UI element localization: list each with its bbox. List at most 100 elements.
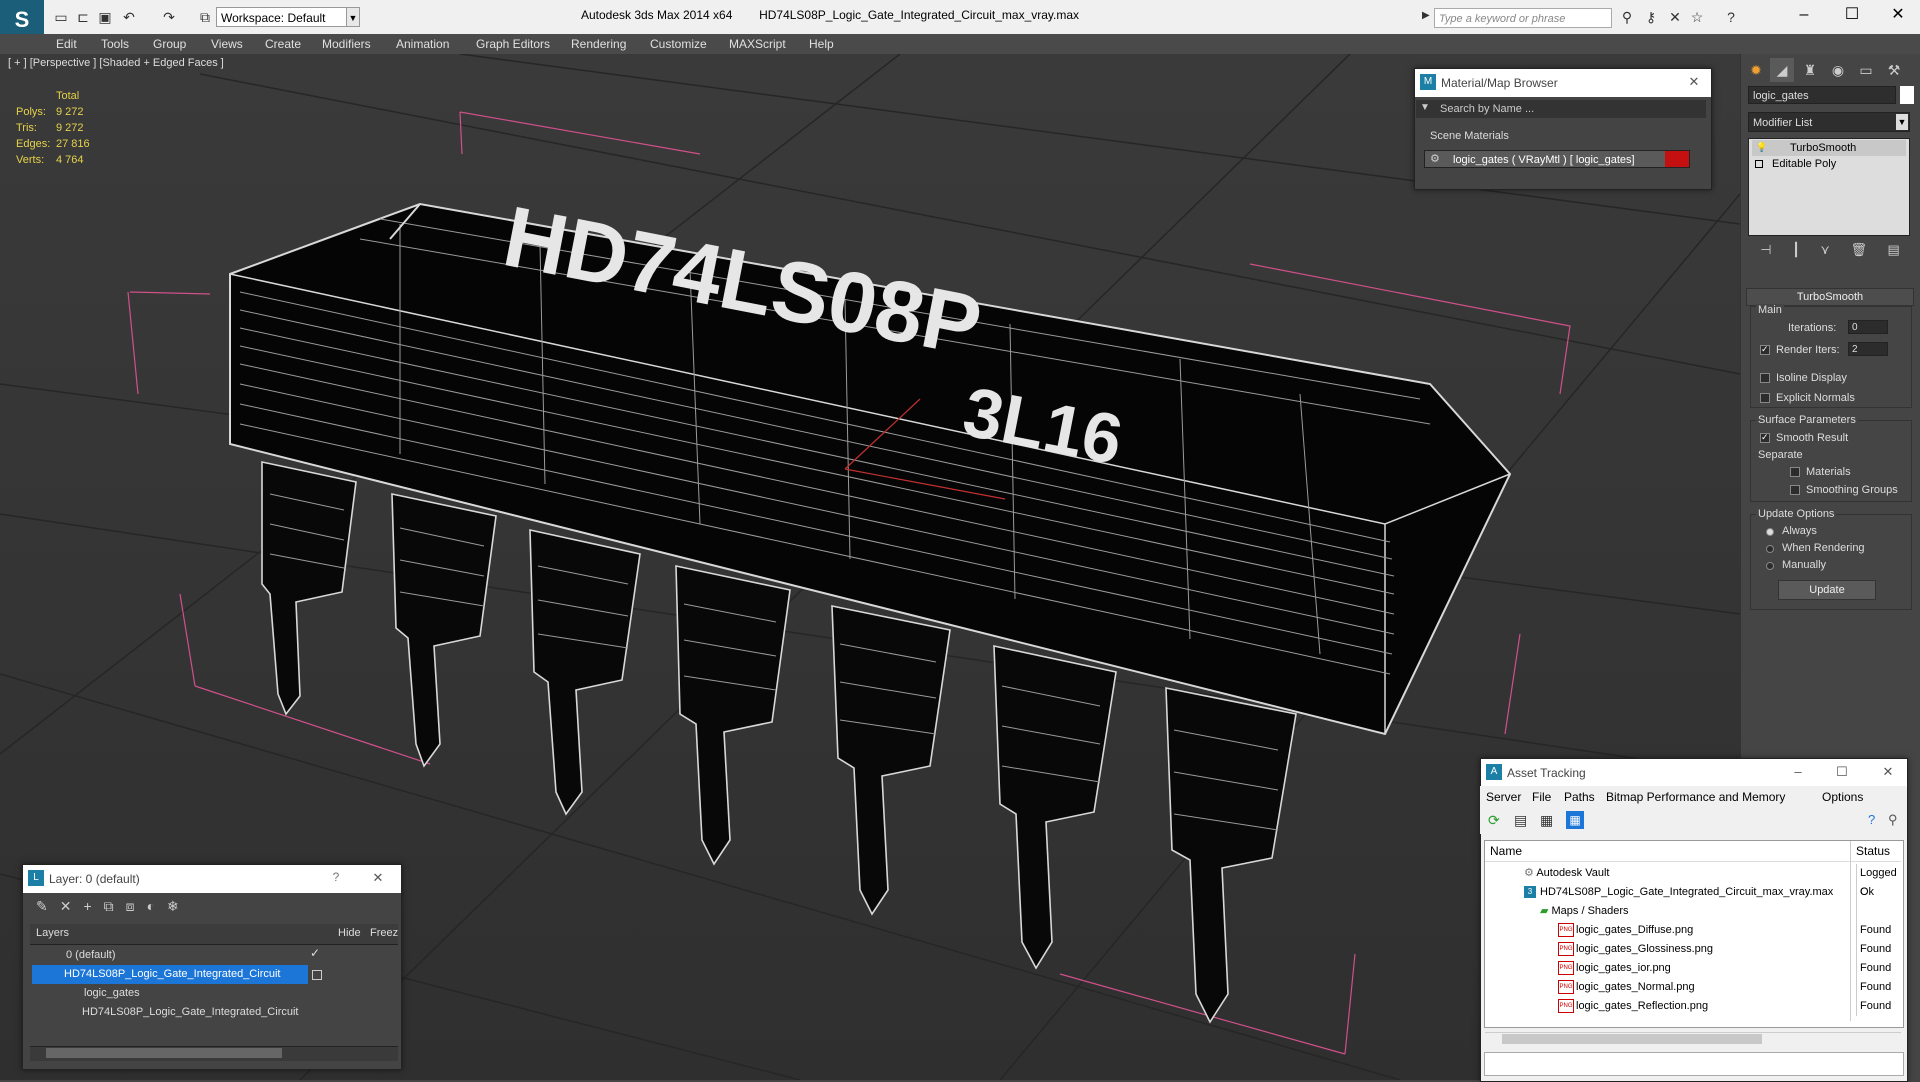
- chevron-down-icon[interactable]: ▼: [1420, 102, 1432, 116]
- freeze-column-header[interactable]: Freez: [370, 927, 398, 939]
- layer-row-object[interactable]: logic_gates: [32, 984, 398, 1003]
- at-menu-options[interactable]: Options: [1822, 790, 1863, 804]
- add-to-layer-icon[interactable]: +: [83, 898, 91, 918]
- menu-customize[interactable]: Customize: [650, 34, 707, 54]
- search-input[interactable]: Type a keyword or phrase: [1434, 8, 1612, 28]
- minimize-icon[interactable]: –: [1790, 764, 1806, 780]
- asset-scrollbar-thumb[interactable]: [1502, 1034, 1762, 1044]
- asset-row-texture[interactable]: PNG logic_gates_Reflection.png: [1484, 997, 1902, 1016]
- always-radio[interactable]: [1766, 528, 1774, 536]
- chevron-down-icon[interactable]: ▼: [1896, 114, 1908, 130]
- asset-row-texture[interactable]: PNG logic_gates_Glossiness.png: [1484, 940, 1902, 959]
- asset-row-texture[interactable]: PNG logic_gates_Diffuse.png: [1484, 921, 1902, 940]
- tree-view-icon[interactable]: ▦: [1540, 812, 1553, 829]
- create-tab-icon[interactable]: ✹: [1744, 58, 1768, 82]
- refresh-icon[interactable]: ⟳: [1488, 812, 1500, 829]
- star-icon[interactable]: ☆: [1688, 8, 1706, 26]
- close-icon[interactable]: ✕: [1880, 764, 1896, 780]
- asset-row-max-file[interactable]: 3 HD74LS08P_Logic_Gate_Integrated_Circuit…: [1484, 883, 1902, 902]
- remove-modifier-icon[interactable]: 🗑: [1850, 242, 1867, 260]
- minimize-icon[interactable]: –: [1784, 4, 1824, 26]
- menu-rendering[interactable]: Rendering: [571, 34, 626, 54]
- iterations-spinner[interactable]: 0: [1848, 320, 1888, 334]
- layer-row-default[interactable]: 0 (default): [32, 946, 398, 965]
- utilities-tab-icon[interactable]: ⚒: [1882, 58, 1906, 82]
- scene-materials-group[interactable]: Scene Materials: [1420, 128, 1700, 144]
- viewport-label[interactable]: [ + ] [Perspective ] [Shaded + Edged Fac…: [8, 57, 224, 69]
- highlight-layer-icon[interactable]: ⧈: [126, 898, 135, 918]
- at-menu-server[interactable]: Server: [1486, 790, 1521, 804]
- smoothing-groups-checkbox[interactable]: [1790, 485, 1800, 495]
- modify-tab-icon[interactable]: ◢: [1770, 58, 1794, 82]
- name-column-header[interactable]: Name: [1490, 844, 1522, 858]
- material-browser-title[interactable]: Material/Map Browser: [1415, 69, 1711, 97]
- maximize-icon[interactable]: ☐: [1832, 4, 1872, 26]
- explicit-normals-checkbox[interactable]: [1760, 393, 1770, 403]
- make-unique-icon[interactable]: ⋎: [1820, 242, 1830, 260]
- table-view-icon[interactable]: ▦: [1566, 811, 1584, 829]
- object-name-field[interactable]: logic_gates: [1748, 86, 1896, 104]
- menu-create[interactable]: Create: [265, 34, 301, 54]
- when-rendering-radio[interactable]: [1766, 545, 1774, 553]
- help-icon[interactable]: ?: [1868, 812, 1875, 827]
- menu-views[interactable]: Views: [211, 34, 243, 54]
- motion-tab-icon[interactable]: ◉: [1826, 58, 1850, 82]
- hide-column-header[interactable]: Hide: [338, 927, 361, 939]
- help-icon[interactable]: ?: [1722, 8, 1740, 26]
- layer-scrollbar-thumb[interactable]: [46, 1048, 282, 1058]
- menu-animation[interactable]: Animation: [396, 34, 449, 54]
- new-layer-icon[interactable]: ✎: [36, 898, 48, 918]
- help-icon[interactable]: ?: [328, 870, 344, 886]
- menu-maxscript[interactable]: MAXScript: [729, 34, 786, 54]
- layer-row-object[interactable]: HD74LS08P_Logic_Gate_Integrated_Circuit: [32, 1003, 398, 1022]
- maximize-icon[interactable]: ☐: [1834, 764, 1850, 780]
- list-view-icon[interactable]: ▤: [1514, 812, 1527, 829]
- manually-radio[interactable]: [1766, 562, 1774, 570]
- menu-graph-editors[interactable]: Graph Editors: [476, 34, 550, 54]
- active-layer-check-icon[interactable]: ✓: [310, 946, 320, 960]
- at-menu-file[interactable]: File: [1532, 790, 1551, 804]
- display-tab-icon[interactable]: ▭: [1854, 58, 1878, 82]
- at-menu-paths[interactable]: Paths: [1564, 790, 1595, 804]
- pin-icon[interactable]: ⚲: [1888, 812, 1898, 828]
- communication-icon[interactable]: ✕: [1666, 8, 1684, 26]
- object-color-swatch[interactable]: [1900, 86, 1914, 104]
- menu-help[interactable]: Help: [809, 34, 834, 54]
- at-menu-bitmap[interactable]: Bitmap Performance and Memory: [1606, 790, 1785, 804]
- modifier-list-dropdown[interactable]: Modifier List: [1748, 112, 1910, 132]
- material-search-input[interactable]: Search by Name ...: [1416, 100, 1706, 118]
- close-icon[interactable]: ✕: [1878, 4, 1918, 26]
- pin-stack-icon[interactable]: ⊣: [1760, 242, 1771, 260]
- hide-all-icon[interactable]: ◐: [147, 898, 155, 918]
- lightbulb-icon[interactable]: 💡: [1756, 142, 1767, 152]
- layer-dialog-title[interactable]: Layer: 0 (default): [23, 865, 401, 893]
- delete-layer-icon[interactable]: ✕: [60, 898, 72, 918]
- close-icon[interactable]: ✕: [1686, 74, 1702, 90]
- chevron-right-icon[interactable]: ▶: [1422, 10, 1432, 24]
- menu-tools[interactable]: Tools: [101, 34, 129, 54]
- material-item[interactable]: logic_gates ( VRayMtl ) [ logic_gates]: [1424, 150, 1690, 168]
- status-column-header[interactable]: Status: [1856, 844, 1890, 858]
- asset-row-texture[interactable]: PNG logic_gates_ior.png: [1484, 959, 1902, 978]
- binoculars-icon[interactable]: ⚲: [1618, 8, 1636, 26]
- freeze-all-icon[interactable]: ❄: [167, 898, 179, 918]
- asset-row-maps[interactable]: ▰ Maps / Shaders: [1484, 902, 1902, 921]
- layers-column-header[interactable]: Layers: [36, 927, 69, 939]
- menu-edit[interactable]: Edit: [56, 34, 77, 54]
- layer-row-ic[interactable]: HD74LS08P_Logic_Gate_Integrated_Circuit: [32, 965, 308, 984]
- stack-item-editable-poly[interactable]: Editable Poly: [1752, 156, 1906, 172]
- key-icon[interactable]: ⚷: [1642, 8, 1660, 26]
- stack-item-turbosmooth[interactable]: TurboSmooth: [1752, 140, 1906, 156]
- menu-group[interactable]: Group: [153, 34, 186, 54]
- hierarchy-tab-icon[interactable]: ♜: [1798, 58, 1822, 82]
- expand-icon[interactable]: [1755, 160, 1763, 168]
- update-button[interactable]: Update: [1778, 580, 1876, 600]
- render-iters-spinner[interactable]: 2: [1848, 342, 1888, 356]
- isoline-display-checkbox[interactable]: [1760, 373, 1770, 383]
- asset-row-texture[interactable]: PNG logic_gates_Normal.png: [1484, 978, 1902, 997]
- smooth-result-checkbox[interactable]: [1760, 432, 1770, 443]
- show-end-result-icon[interactable]: ┃: [1792, 242, 1800, 260]
- make-current-icon[interactable]: [312, 970, 322, 980]
- asset-row-vault[interactable]: ⚙ Autodesk Vault: [1484, 864, 1902, 883]
- configure-sets-icon[interactable]: ▤: [1887, 242, 1899, 260]
